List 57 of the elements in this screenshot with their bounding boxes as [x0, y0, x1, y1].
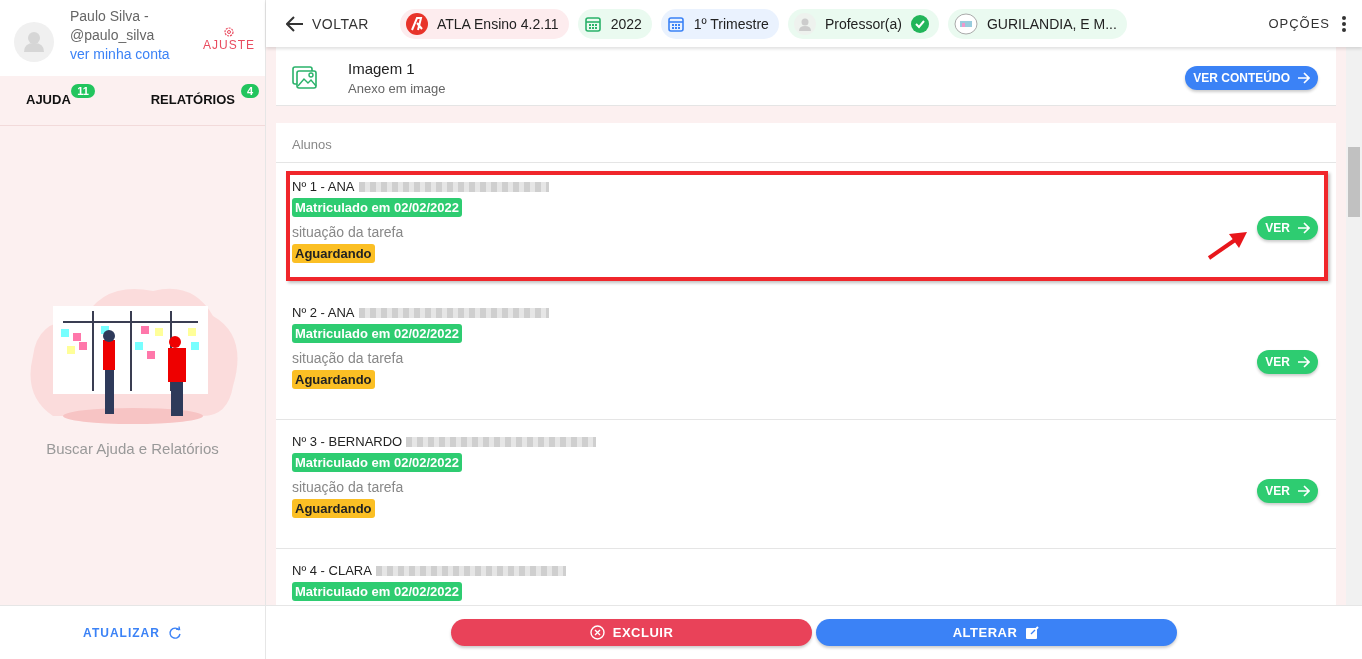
user-name: Paulo Silva - — [70, 8, 150, 24]
status-badge: Aguardando — [292, 244, 375, 263]
close-circle-icon — [589, 625, 605, 640]
edit-icon — [1025, 625, 1041, 640]
status-badge: Aguardando — [292, 499, 375, 518]
enrollment-badge: Matriculado em 02/02/2022 — [292, 324, 463, 343]
more-vertical-icon — [1342, 15, 1346, 32]
attachment-title: Imagem 1 — [348, 60, 416, 77]
image-icon — [292, 66, 318, 90]
back-button[interactable]: VOLTAR — [286, 15, 369, 32]
logo-icon — [405, 12, 428, 35]
pointer-arrow-icon — [1207, 231, 1248, 261]
check-icon — [910, 14, 929, 33]
arrow-right-icon — [1297, 485, 1310, 497]
scrollbar[interactable] — [1346, 47, 1362, 605]
context-chip[interactable]: ATLA Ensino 4.2.11 — [399, 8, 569, 39]
status-label: situação da tarefa — [292, 479, 404, 495]
options-button[interactable]: OPÇÕES — [1268, 15, 1346, 32]
user-handle: @paulo_silva — [70, 27, 156, 43]
view-content-button[interactable]: VER CONTEÚDO — [1185, 66, 1318, 90]
sidebar-caption: Buscar Ajuda e Relatórios — [46, 440, 219, 457]
section-header: Alunos — [292, 137, 332, 152]
sidebar-tab[interactable]: AJUDA 11 — [26, 84, 95, 109]
arrow-right-icon — [1297, 222, 1310, 234]
status-badge: Aguardando — [292, 370, 375, 389]
settings-button[interactable]: AJUSTE — [203, 26, 255, 52]
enrollment-badge: Matriculado em 02/02/2022 — [292, 198, 463, 217]
enrollment-badge: Matriculado em 02/02/2022 — [292, 582, 463, 601]
count-badge: 4 — [240, 84, 259, 98]
school-emblem-icon — [953, 12, 978, 35]
account-link[interactable]: ver minha conta — [70, 46, 187, 62]
student-name: Nº 1 - ANA — [292, 179, 355, 194]
context-chip[interactable]: Professor(a) — [787, 8, 939, 39]
student-name: Nº 3 - BERNARDO — [292, 434, 403, 449]
enrollment-badge: Matriculado em 02/02/2022 — [292, 453, 463, 472]
arrow-right-icon — [1297, 356, 1310, 368]
context-chip[interactable]: 1º Trimestre — [660, 8, 779, 39]
edit-button[interactable]: ALTERAR — [816, 619, 1177, 646]
gear-icon — [223, 26, 235, 38]
back-arrow-icon — [286, 15, 304, 32]
context-chip[interactable]: 2022 — [577, 8, 652, 39]
user-icon — [793, 12, 816, 35]
refresh-button[interactable]: ATUALIZAR — [83, 625, 182, 640]
refresh-icon — [167, 625, 182, 640]
arrow-right-icon — [1297, 72, 1310, 84]
avatar-icon — [14, 22, 54, 62]
delete-button[interactable]: EXCLUIR — [451, 619, 812, 646]
status-label: situação da tarefa — [292, 350, 404, 366]
attachment-subtitle: Anexo em image — [348, 81, 447, 96]
status-label: situação da tarefa — [292, 224, 404, 240]
calendar-icon — [666, 14, 685, 33]
student-name: Nº 4 - CLARA — [292, 563, 372, 578]
context-chip[interactable]: GURILANDIA, E M... — [947, 8, 1127, 39]
student-name: Nº 2 - ANA — [292, 305, 355, 320]
count-badge: 11 — [71, 84, 95, 98]
calendar-icon — [583, 14, 602, 33]
sidebar-tab[interactable]: RELATÓRIOS 4 — [150, 84, 259, 109]
